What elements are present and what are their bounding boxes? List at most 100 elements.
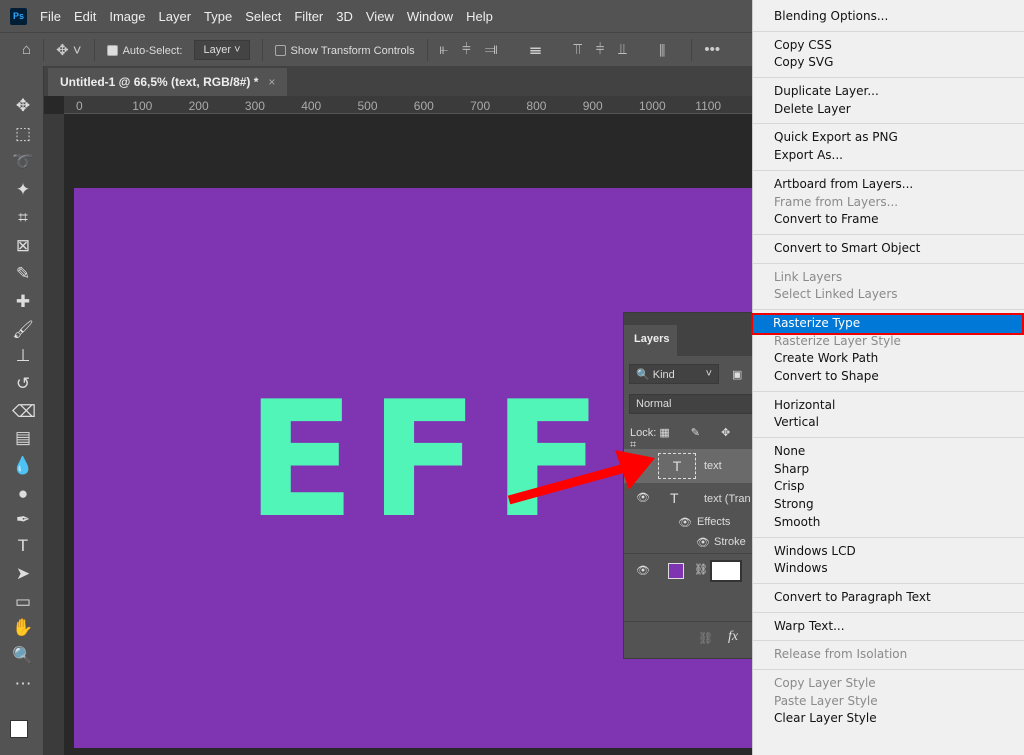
align-icons[interactable]: ⫦⫩⫥ ☰ ⫪⫩⫫ ⫴ bbox=[440, 41, 680, 58]
menu-item-vertical[interactable]: Vertical bbox=[753, 414, 1024, 432]
menu-type[interactable]: Type bbox=[204, 9, 232, 24]
menu-item-duplicate-layer[interactable]: Duplicate Layer... bbox=[753, 83, 1024, 101]
link-layers-icon[interactable]: ⛓ bbox=[698, 631, 713, 645]
lasso-tool-icon[interactable]: ➰ bbox=[12, 152, 34, 172]
menu-item-copy-css[interactable]: Copy CSS bbox=[753, 37, 1024, 55]
menu-item-quick-export-as-png[interactable]: Quick Export as PNG bbox=[753, 129, 1024, 147]
menu-item-release-from-isolation: Release from Isolation bbox=[774, 647, 908, 662]
horizontal-ruler: 0 100 200 300 400 500 600 700 800 900 1000 1100 bbox=[64, 96, 754, 114]
document-tab-title: Untitled-1 @ 66,5% (text, RGB/8#) * bbox=[60, 75, 259, 89]
layer-mask-thumbnail bbox=[710, 560, 742, 582]
dodge-tool-icon[interactable]: ● bbox=[12, 484, 34, 504]
brush-tool-icon[interactable]: 🖌 bbox=[12, 320, 34, 340]
foreground-color-swatch[interactable] bbox=[10, 720, 28, 738]
red-arrow-annotation bbox=[507, 450, 655, 505]
menu-item-convert-to-paragraph-text[interactable]: Convert to Paragraph Text bbox=[753, 589, 1024, 607]
rectangle-tool-icon[interactable]: ▭ bbox=[12, 592, 34, 612]
magic-wand-icon[interactable]: ✦ bbox=[12, 180, 34, 200]
menu-item-export-as[interactable]: Export As... bbox=[753, 147, 1024, 165]
menu-separator bbox=[753, 30, 1024, 32]
menu-item-horizontal[interactable]: Horizontal bbox=[753, 397, 1024, 415]
image-filter-icon[interactable]: ▣ bbox=[732, 368, 742, 381]
menu-item-create-work-path[interactable]: Create Work Path bbox=[753, 350, 1024, 368]
menu-layer[interactable]: Layer bbox=[159, 9, 192, 24]
crop-tool-icon[interactable]: ⌗ bbox=[12, 208, 34, 228]
menu-file[interactable]: File bbox=[40, 9, 61, 24]
menu-item-convert-to-frame[interactable]: Convert to Frame bbox=[753, 211, 1024, 229]
menu-separator bbox=[753, 668, 1024, 670]
menu-item-convert-to-shape[interactable]: Convert to Shape bbox=[753, 368, 1024, 386]
vertical-ruler bbox=[44, 114, 64, 755]
menu-item-none[interactable]: None bbox=[753, 443, 1024, 461]
gradient-icon[interactable]: ▤ bbox=[12, 428, 34, 448]
filter-kind-dropdown[interactable]: 🔍 Kind ˅ bbox=[629, 364, 719, 384]
menu-item-frame-from-layers: Frame from Layers... bbox=[774, 194, 899, 209]
menu-select[interactable]: Select bbox=[245, 9, 281, 24]
menu-item-windows-lcd[interactable]: Windows LCD bbox=[753, 543, 1024, 561]
marquee-tool-icon[interactable]: ⬚ bbox=[12, 124, 34, 144]
menu-item-windows[interactable]: Windows bbox=[753, 560, 1024, 578]
history-brush-icon[interactable]: ↺ bbox=[12, 374, 34, 394]
menu-window[interactable]: Window bbox=[407, 9, 453, 24]
visibility-eye-icon[interactable]: 👁 bbox=[636, 564, 650, 577]
menu-3d[interactable]: 3D bbox=[336, 9, 353, 24]
ruler-tick: 1000 bbox=[639, 99, 666, 113]
ruler-tick: 400 bbox=[301, 99, 322, 113]
auto-select-dropdown[interactable]: Layer ˅ bbox=[194, 39, 250, 60]
move-tool-icon[interactable]: ✥ bbox=[12, 96, 34, 116]
effects-eye-icon[interactable]: 👁 bbox=[678, 516, 692, 529]
menu-item-convert-to-smart-object[interactable]: Convert to Smart Object bbox=[753, 240, 1024, 258]
home-icon[interactable]: ⌂ bbox=[22, 41, 31, 58]
menu-help[interactable]: Help bbox=[466, 9, 493, 24]
menu-item-crisp[interactable]: Crisp bbox=[753, 478, 1024, 496]
hand-tool-icon[interactable]: ✋ bbox=[12, 618, 34, 638]
path-selection-icon[interactable]: ➤ bbox=[12, 564, 34, 584]
more-tools-icon[interactable]: ⋯ bbox=[12, 674, 34, 694]
menu-item-copy-svg[interactable]: Copy SVG bbox=[753, 54, 1024, 72]
menu-item-strong[interactable]: Strong bbox=[753, 496, 1024, 514]
menu-item-clear-layer-style[interactable]: Clear Layer Style bbox=[753, 710, 1024, 728]
ruler-tick: 900 bbox=[582, 99, 603, 113]
type-layer-icon: T bbox=[670, 490, 679, 506]
menu-item-sharp[interactable]: Sharp bbox=[753, 461, 1024, 479]
menu-separator bbox=[753, 233, 1024, 235]
menu-image[interactable]: Image bbox=[109, 9, 145, 24]
menu-filter[interactable]: Filter bbox=[294, 9, 323, 24]
menu-edit[interactable]: Edit bbox=[74, 9, 96, 24]
menu-item-smooth[interactable]: Smooth bbox=[753, 514, 1024, 532]
eyedropper-icon[interactable]: ✎ bbox=[12, 264, 34, 284]
pen-tool-icon[interactable]: ✒ bbox=[12, 510, 34, 530]
eraser-icon[interactable]: ⌫ bbox=[12, 402, 36, 422]
document-tab[interactable]: Untitled-1 @ 66,5% (text, RGB/8#) * × bbox=[48, 68, 288, 96]
stamp-tool-icon[interactable]: ⊥ bbox=[12, 346, 34, 366]
menu-item-warp-text[interactable]: Warp Text... bbox=[753, 618, 1024, 636]
healing-brush-icon[interactable]: ✚ bbox=[12, 292, 34, 312]
menu-item-artboard-from-layers[interactable]: Artboard from Layers... bbox=[753, 176, 1024, 194]
layer-name: text (Tran bbox=[704, 493, 751, 505]
frame-tool-icon[interactable]: ⊠ bbox=[12, 236, 34, 256]
show-transform-label: Show Transform Controls bbox=[290, 44, 415, 57]
fx-button[interactable]: fx bbox=[728, 629, 738, 645]
move-tool-icon[interactable]: ✥ ˅ bbox=[56, 41, 82, 59]
menu-separator bbox=[753, 123, 1024, 125]
show-transform-checkbox[interactable]: Show Transform Controls bbox=[274, 43, 415, 57]
menu-view[interactable]: View bbox=[366, 9, 394, 24]
menu-item-rasterize-type[interactable]: Rasterize Type bbox=[751, 312, 1024, 335]
stroke-eye-icon[interactable]: 👁 bbox=[696, 536, 710, 549]
layers-tab[interactable]: Layers bbox=[624, 325, 677, 356]
menu-separator bbox=[753, 536, 1024, 538]
auto-select-checkbox[interactable]: Auto-Select: bbox=[106, 43, 182, 57]
layer-context-menu: Blending Options... Copy CSS Copy SVG Dupli… bbox=[751, 0, 1024, 755]
close-tab-icon[interactable]: × bbox=[268, 75, 275, 89]
more-options-button[interactable]: ••• bbox=[704, 41, 720, 58]
zoom-tool-icon[interactable]: 🔍 bbox=[12, 646, 34, 666]
menu-item-select-linked-layers: Select Linked Layers bbox=[774, 287, 898, 302]
blur-tool-icon[interactable]: 💧 bbox=[12, 456, 34, 476]
type-tool-icon[interactable]: T bbox=[12, 536, 34, 556]
menu-item-blending-options[interactable]: Blending Options... bbox=[753, 8, 1024, 26]
menu-item-copy-layer-style: Copy Layer Style bbox=[774, 675, 876, 690]
blend-mode-dropdown[interactable]: Normal bbox=[629, 394, 755, 414]
layer-row-background[interactable]: 👁 ⛓ bbox=[624, 553, 755, 589]
menu-item-delete-layer[interactable]: Delete Layer bbox=[753, 101, 1024, 119]
photoshop-logo: Ps bbox=[10, 7, 27, 25]
